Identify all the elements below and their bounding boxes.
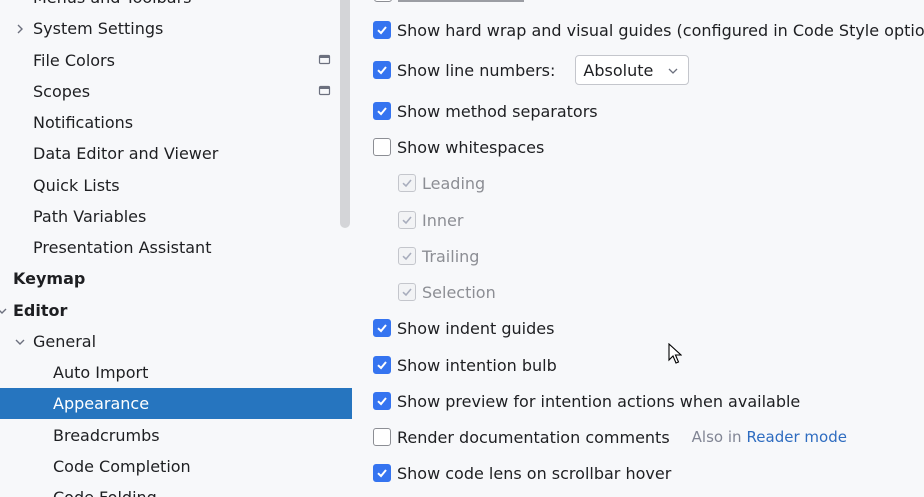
- option-leading[interactable]: Leading: [398, 171, 485, 195]
- tree-item-scopes[interactable]: Scopes: [0, 76, 352, 107]
- option-code-lens[interactable]: Show code lens on scrollbar hover: [373, 461, 671, 485]
- checkmark-icon: [377, 66, 387, 75]
- trailing-checkbox[interactable]: [398, 247, 416, 265]
- option-indent-guides[interactable]: Show indent guides: [373, 316, 554, 340]
- inner-label: Inner: [422, 210, 464, 230]
- tree-item-label: System Settings: [33, 19, 164, 38]
- intention-preview-label: Show preview for intention actions when …: [397, 391, 801, 411]
- tree-item-system-settings[interactable]: System Settings: [0, 13, 352, 44]
- option-hard-wrap[interactable]: Show hard wrap and visual guides (config…: [373, 18, 924, 42]
- line-numbers-checkbox[interactable]: [373, 61, 391, 79]
- tree-item-code-folding[interactable]: Code Folding: [0, 482, 352, 497]
- intention-preview-checkbox[interactable]: [373, 392, 391, 410]
- whitespaces-label: Show whitespaces: [397, 137, 545, 157]
- checkmark-icon: [377, 361, 387, 370]
- tree-item-label: Auto Import: [53, 363, 149, 382]
- tree-item-label: Presentation Assistant: [33, 238, 212, 257]
- settings-tree-sidebar: Menus and Toolbars System Settings File …: [0, 0, 352, 497]
- method-separators-checkbox[interactable]: [373, 102, 391, 120]
- tree-item-label: Notifications: [33, 113, 134, 132]
- option-selection[interactable]: Selection: [398, 280, 496, 304]
- tree-item-label: Menus and Toolbars: [33, 0, 192, 13]
- whitespaces-checkbox[interactable]: [373, 138, 391, 156]
- chevron-down-icon: [668, 68, 678, 74]
- line-numbers-label: Show line numbers:: [397, 60, 556, 80]
- mouse-pointer-icon: [668, 343, 682, 364]
- tree-item-file-colors[interactable]: File Colors: [0, 45, 352, 76]
- checkmark-icon: [402, 288, 412, 297]
- checkmark-icon: [377, 397, 387, 406]
- inner-checkbox[interactable]: [398, 211, 416, 229]
- checkmark-icon: [377, 26, 387, 35]
- render-docs-checkbox[interactable]: [373, 428, 391, 446]
- chevron-right-icon[interactable]: [12, 21, 28, 37]
- method-separators-label: Show method separators: [397, 101, 598, 121]
- tree-item-data-editor-and-viewer[interactable]: Data Editor and Viewer: [0, 138, 352, 169]
- trailing-label: Trailing: [422, 246, 480, 266]
- tree-item-breadcrumbs[interactable]: Breadcrumbs: [0, 420, 352, 451]
- tree-item-notifications[interactable]: Notifications: [0, 107, 352, 138]
- tree-item-label: File Colors: [33, 51, 115, 70]
- tree-item-label: Quick Lists: [33, 176, 120, 195]
- tree-item-appearance[interactable]: Appearance: [0, 388, 352, 419]
- selection-label: Selection: [422, 282, 496, 302]
- checkmark-icon: [402, 216, 412, 225]
- tree-item-code-completion[interactable]: Code Completion: [0, 451, 352, 482]
- checkmark-icon: [402, 179, 412, 188]
- tree-item-label: Code Folding: [53, 482, 157, 497]
- line-numbers-select[interactable]: Absolute: [575, 55, 690, 85]
- checkmark-icon: [377, 324, 387, 333]
- tree-item-editor[interactable]: Editor: [0, 295, 352, 326]
- sidebar-scrollbar-thumb[interactable]: [340, 0, 350, 228]
- indent-guides-label: Show indent guides: [397, 318, 555, 338]
- render-docs-hint: Also in: [691, 428, 742, 446]
- selection-checkbox[interactable]: [398, 283, 416, 301]
- option-method-separators[interactable]: Show method separators: [373, 99, 598, 123]
- tree-item-label: Breadcrumbs: [53, 426, 160, 445]
- code-lens-checkbox[interactable]: [373, 464, 391, 482]
- tree-item-label: Appearance: [53, 394, 150, 413]
- tree-item-quick-lists[interactable]: Quick Lists: [0, 170, 352, 201]
- option-render-docs[interactable]: Render documentation comments Also in Re…: [373, 425, 847, 449]
- tree-item-label: Scopes: [33, 82, 91, 101]
- tree-item-keymap[interactable]: Keymap: [0, 263, 352, 294]
- intention-bulb-checkbox[interactable]: [373, 356, 391, 374]
- tree-item-label: Path Variables: [33, 207, 147, 226]
- tree-item-label: Data Editor and Viewer: [33, 144, 219, 163]
- option-inner[interactable]: Inner: [398, 208, 463, 232]
- leading-checkbox[interactable]: [398, 174, 416, 192]
- option-intention-preview[interactable]: Show preview for intention actions when …: [373, 389, 800, 413]
- option-line-numbers[interactable]: Show line numbers: Absolute: [373, 55, 690, 85]
- intention-bulb-label: Show intention bulb: [397, 355, 557, 375]
- checkmark-icon: [377, 469, 387, 478]
- render-docs-label: Render documentation comments: [397, 427, 670, 447]
- tree-item-label: Code Completion: [53, 457, 191, 476]
- checkmark-icon: [402, 252, 412, 261]
- tree-item-label: General: [33, 332, 97, 351]
- indent-guides-checkbox[interactable]: [373, 319, 391, 337]
- line-numbers-select-value: Absolute: [583, 60, 654, 80]
- chevron-down-icon[interactable]: [0, 303, 10, 319]
- checkmark-icon: [377, 107, 387, 116]
- partial-checkbox-top[interactable]: [374, 0, 392, 2]
- reader-mode-link[interactable]: Reader mode: [747, 428, 847, 446]
- project-level-icon: [318, 54, 331, 65]
- tree-item-path-variables[interactable]: Path Variables: [0, 201, 352, 232]
- chevron-down-icon[interactable]: [12, 334, 28, 350]
- tree-item-general[interactable]: General: [0, 326, 352, 357]
- hard-wrap-checkbox[interactable]: [373, 21, 391, 39]
- tree-item-label: Keymap: [13, 269, 86, 288]
- tree-item-menus-and-toolbars[interactable]: Menus and Toolbars: [0, 0, 352, 13]
- tree-item-presentation-assistant[interactable]: Presentation Assistant: [0, 232, 352, 263]
- project-level-icon: [318, 85, 331, 96]
- option-whitespaces[interactable]: Show whitespaces: [373, 135, 544, 159]
- code-lens-label: Show code lens on scrollbar hover: [397, 463, 672, 483]
- option-intention-bulb[interactable]: Show intention bulb: [373, 353, 557, 377]
- tree-item-auto-import[interactable]: Auto Import: [0, 357, 352, 388]
- option-trailing[interactable]: Trailing: [398, 244, 479, 268]
- leading-label: Leading: [422, 173, 486, 193]
- hard-wrap-label: Show hard wrap and visual guides (config…: [397, 20, 924, 40]
- tree-item-label: Editor: [13, 301, 68, 320]
- partial-option-top: [398, 0, 524, 2]
